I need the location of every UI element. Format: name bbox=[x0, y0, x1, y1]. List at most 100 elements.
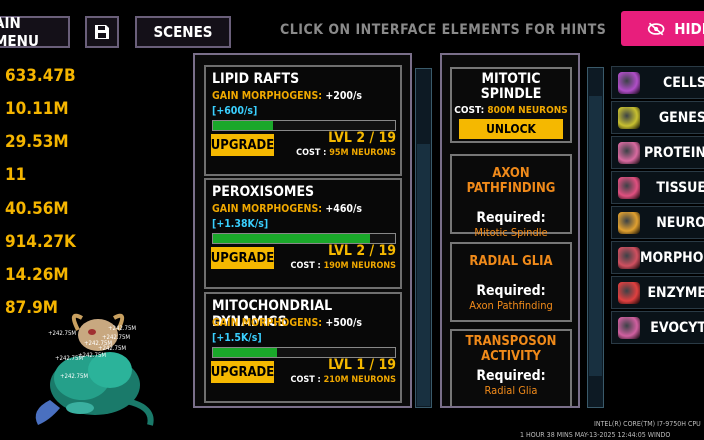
research-panel[interactable]: MITOTIC SPINDLE COST: 800M NEURONS UNLOC… bbox=[440, 53, 580, 408]
sidebar-item-label: NEURO bbox=[656, 214, 704, 231]
upgrades-panel[interactable]: LIPID RAFTS GAIN MORPHOGENS: +200/s [+60… bbox=[193, 53, 412, 408]
protein-icon bbox=[618, 141, 640, 164]
radial-title: RADIAL GLIA bbox=[469, 254, 553, 269]
unlock-button[interactable]: UNLOCK bbox=[459, 119, 563, 139]
transposon-required-name: Radial Glia bbox=[484, 384, 538, 397]
radial-required-name: Axon Pathfinding bbox=[469, 299, 553, 312]
stat-value: 14.26M bbox=[5, 265, 69, 285]
upgrade-level: LVL 2 / 19 bbox=[328, 130, 396, 146]
cost-label: COST : bbox=[290, 375, 321, 385]
hide-label: HIDE bbox=[674, 19, 704, 38]
upgrade-button[interactable]: UPGRADE bbox=[211, 247, 274, 269]
tissue-icon bbox=[618, 176, 640, 199]
sidebar-item-label: TISSUE bbox=[656, 179, 704, 196]
axon-required-name: Mitotic Spindle bbox=[474, 226, 548, 239]
sidebar-item-genes[interactable]: GENES bbox=[611, 101, 704, 134]
sidebar-item-label: EVOCYT bbox=[650, 319, 704, 336]
evocyte-icon bbox=[618, 316, 640, 339]
upgrade-card[interactable]: LIPID RAFTS GAIN MORPHOGENS: +200/s [+60… bbox=[204, 65, 402, 176]
main-menu-label: AIN MENU bbox=[0, 14, 39, 50]
cells-icon bbox=[618, 71, 640, 94]
research-scrollbar[interactable] bbox=[587, 67, 604, 408]
stat-value: 633.47B bbox=[5, 66, 76, 86]
sidebar-item-tissue[interactable]: TISSUE bbox=[611, 171, 704, 204]
upgrade-rate: [+1.5K/s] bbox=[212, 332, 262, 344]
save-button[interactable] bbox=[85, 16, 119, 48]
axon-title: AXON PATHFINDING bbox=[466, 166, 556, 196]
upgrade-gain: GAIN MORPHOGENS: +500/s bbox=[212, 317, 362, 329]
cost-label: COST : bbox=[290, 261, 321, 271]
sidebar-item-cells[interactable]: CELLS bbox=[611, 66, 704, 99]
stat-value: 914.27K bbox=[5, 232, 76, 252]
gain-label: GAIN MORPHOGENS: bbox=[212, 90, 323, 102]
upgrade-rate: [+1.38K/s] bbox=[212, 218, 269, 230]
system-cpu: INTEL(R) CORE(TM) I7-9750H CPU bbox=[594, 420, 701, 428]
cost-label: COST : bbox=[296, 148, 327, 158]
research-scroll-thumb[interactable] bbox=[589, 96, 602, 376]
enzyme-icon bbox=[618, 281, 640, 304]
scenes-label: SCENES bbox=[153, 23, 213, 41]
system-time: 1 HOUR 38 MINS MAY-13-2025 12:44:05 WIND… bbox=[520, 431, 671, 439]
upgrade-card[interactable]: PEROXISOMES GAIN MORPHOGENS: +460/s [+1.… bbox=[204, 178, 402, 289]
upgrade-progress-fill bbox=[213, 348, 277, 357]
upgrade-button-label: UPGRADE bbox=[210, 137, 275, 153]
upgrade-progress-fill bbox=[213, 234, 370, 243]
unlock-label: UNLOCK bbox=[486, 122, 536, 136]
creature-image bbox=[35, 313, 154, 426]
upgrade-cost: COST : 190M NEURONS bbox=[291, 261, 396, 271]
transposon-title-line2: ACTIVITY bbox=[481, 349, 541, 364]
cost-value: 95M NEURONS bbox=[329, 148, 396, 158]
axon-required: Required: bbox=[476, 210, 546, 226]
sidebar-item-protein[interactable]: PROTEIN bbox=[611, 136, 704, 169]
floating-gain: +242.75M bbox=[60, 373, 89, 380]
eye-slash-icon bbox=[647, 22, 665, 35]
gain-label: GAIN MORPHOGENS: bbox=[212, 203, 323, 215]
upgrade-level: LVL 1 / 19 bbox=[328, 357, 396, 373]
mitotic-title-line2: SPINDLE bbox=[480, 86, 542, 102]
mitotic-cost-value: 800M NEURONS bbox=[487, 105, 568, 116]
upgrade-cost: COST : 210M NEURONS bbox=[291, 375, 396, 385]
floating-gain: +242.75M bbox=[48, 330, 77, 337]
upgrade-name: LIPID RAFTS bbox=[212, 71, 300, 87]
radial-required: Required: bbox=[476, 283, 546, 299]
upgrade-button[interactable]: UPGRADE bbox=[211, 134, 274, 156]
sidebar-item-label: CELLS bbox=[663, 74, 704, 91]
morphogen-icon bbox=[618, 246, 640, 269]
upgrades-scroll-thumb[interactable] bbox=[417, 144, 430, 406]
upgrade-progress-fill bbox=[213, 121, 274, 130]
scenes-button[interactable]: SCENES bbox=[135, 16, 231, 48]
hide-button[interactable]: HIDE bbox=[621, 11, 704, 46]
sidebar-item-morphog[interactable]: MORPHOG bbox=[611, 241, 704, 274]
sidebar-item-enzyme[interactable]: ENZYME bbox=[611, 276, 704, 309]
research-mitotic-spindle[interactable]: MITOTIC SPINDLE COST: 800M NEURONS UNLOC… bbox=[450, 67, 572, 143]
mitotic-cost: COST: 800M NEURONS bbox=[452, 105, 570, 116]
upgrade-card[interactable]: MITOCHONDRIAL DYNAMICS GAIN MORPHOGENS: … bbox=[204, 292, 402, 403]
transposon-required: Required: bbox=[476, 368, 546, 384]
mitotic-cost-label: COST: bbox=[454, 105, 485, 116]
gain-label: GAIN MORPHOGENS: bbox=[212, 317, 323, 329]
research-transposon-activity[interactable]: TRANSPOSON ACTIVITY Required: Radial Gli… bbox=[450, 329, 572, 406]
sidebar-item-neuro[interactable]: NEURO bbox=[611, 206, 704, 239]
upgrade-rate: [+600/s] bbox=[212, 105, 258, 117]
research-axon-pathfinding[interactable]: AXON PATHFINDING Required: Mitotic Spind… bbox=[450, 154, 572, 239]
cost-value: 190M NEURONS bbox=[323, 261, 396, 271]
hint-text: CLICK ON INTERFACE ELEMENTS FOR HINTS bbox=[280, 22, 607, 38]
upgrade-button[interactable]: UPGRADE bbox=[211, 361, 274, 383]
stat-value: 40.56M bbox=[5, 199, 69, 219]
main-menu-button[interactable]: AIN MENU bbox=[0, 14, 70, 50]
genes-icon bbox=[618, 106, 640, 129]
save-icon bbox=[95, 25, 109, 39]
upgrades-scrollbar[interactable] bbox=[415, 68, 432, 408]
stat-value: 11 bbox=[5, 165, 27, 185]
neuro-icon bbox=[618, 211, 640, 234]
research-radial-glia[interactable]: RADIAL GLIA Required: Axon Pathfinding bbox=[450, 242, 572, 322]
gain-value: +500/s bbox=[325, 317, 363, 329]
sidebar-item-label: MORPHOG bbox=[640, 249, 704, 266]
mitotic-title-line1: MITOTIC bbox=[481, 71, 541, 87]
sidebar-item-label: PROTEIN bbox=[643, 144, 704, 161]
sidebar-item-label: ENZYME bbox=[647, 284, 704, 301]
stat-value: 29.53M bbox=[5, 132, 69, 152]
sidebar-item-evocyt[interactable]: EVOCYT bbox=[611, 311, 704, 344]
upgrade-gain: GAIN MORPHOGENS: +460/s bbox=[212, 203, 362, 215]
sidebar-item-label: GENES bbox=[658, 109, 704, 126]
